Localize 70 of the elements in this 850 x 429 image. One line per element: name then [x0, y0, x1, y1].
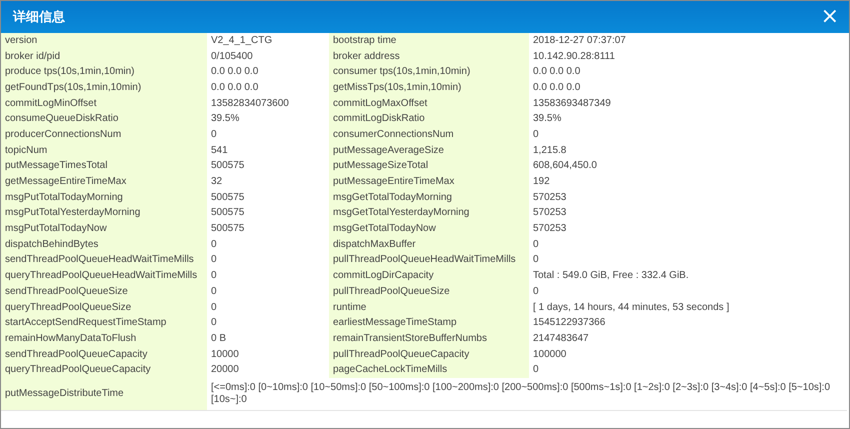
property-value-cell: 0	[207, 300, 329, 316]
property-name-cell: queryThreadPoolQueueCapacity	[1, 362, 207, 378]
property-name-cell: dispatchMaxBuffer	[329, 236, 529, 253]
property-value-cell: 0	[207, 268, 329, 284]
property-name-cell: version	[1, 33, 207, 49]
property-value-cell: 0	[207, 315, 329, 332]
property-value-cell: 500575	[207, 190, 329, 206]
property-name-cell: dispatchBehindBytes	[1, 236, 207, 253]
property-name-cell: queryThreadPoolQueueSize	[1, 300, 207, 316]
property-name-cell: msgPutTotalYesterdayMorning	[1, 206, 207, 222]
property-name-cell: commitLogDirCapacity	[329, 268, 529, 284]
property-name-cell: produce tps(10s,1min,10min)	[1, 64, 207, 80]
property-value-cell: 20000	[207, 362, 329, 378]
property-value-cell: 39.5%	[207, 111, 329, 128]
property-value-cell: 0/105400	[207, 48, 329, 64]
property-value-cell: 0	[207, 284, 329, 300]
property-name-cell: remainTransientStoreBufferNumbs	[329, 331, 529, 347]
property-name-cell: pullThreadPoolQueueCapacity	[329, 346, 529, 362]
property-name-cell: msgPutTotalTodayNow	[1, 221, 207, 237]
property-value-cell: 0 B	[207, 331, 329, 347]
property-value-cell: 0	[207, 252, 329, 268]
property-name-cell: broker id/pid	[1, 48, 207, 64]
property-name-cell: getMissTps(10s,1min,10min)	[329, 80, 529, 96]
property-name-cell: commitLogMinOffset	[1, 96, 207, 112]
property-name-cell: getFoundTps(10s,1min,10min)	[1, 80, 207, 96]
property-name-cell: putMessageSizeTotal	[329, 158, 529, 174]
property-value-cell: [<=0ms]:0 [0~10ms]:0 [10~50ms]:0 [50~100ms]:0 [100~200ms]:0 [200~500ms]:0 [500ms~1s]:0 [1~2s]:0 [2~3s]:0 [3~4s]:0 [4~5s]:0 [5~10s]:0 [10s~]:0	[207, 378, 847, 411]
property-value-cell: 0	[207, 127, 329, 143]
property-name-cell: putMessageDistributeTime	[1, 378, 207, 411]
property-name-cell: putMessageAverageSize	[329, 142, 529, 158]
property-name-cell: sendThreadPoolQueueSize	[1, 284, 207, 300]
property-name-cell: consumer tps(10s,1min,10min)	[329, 64, 529, 80]
property-name-cell: pullThreadPoolQueueHeadWaitTimeMills	[329, 252, 529, 268]
property-name-cell: runtime	[329, 300, 529, 316]
property-name-cell: msgPutTotalTodayMorning	[1, 190, 207, 206]
property-name-cell: getMessageEntireTimeMax	[1, 174, 207, 190]
property-value-cell: V2_4_1_CTG	[207, 33, 329, 49]
property-value-cell: 13582834073600	[207, 96, 329, 112]
property-name-cell: earliestMessageTimeStamp	[329, 315, 529, 332]
property-name-cell: pageCacheLockTimeMills	[329, 362, 529, 378]
property-value-cell: 500575	[207, 206, 329, 222]
property-name-cell: commitLogDiskRatio	[329, 111, 529, 128]
dialog-title: 详细信息	[13, 8, 65, 26]
property-name-cell: msgGetTotalTodayMorning	[329, 190, 529, 206]
property-name-cell: putMessageTimesTotal	[1, 158, 207, 174]
property-name-cell: topicNum	[1, 142, 207, 158]
property-name-cell: sendThreadPoolQueueCapacity	[1, 346, 207, 362]
property-name-cell: pullThreadPoolQueueSize	[329, 284, 529, 300]
property-name-cell: remainHowManyDataToFlush	[1, 331, 207, 347]
property-value-cell: 0.0 0.0 0.0	[207, 80, 329, 96]
property-name-cell: producerConnectionsNum	[1, 127, 207, 143]
property-name-cell: bootstrap time	[329, 33, 529, 49]
close-button[interactable]: ×	[816, 6, 843, 28]
property-name-cell: startAcceptSendRequestTimeStamp	[1, 315, 207, 332]
property-name-cell: putMessageEntireTimeMax	[329, 174, 529, 190]
property-name-cell: consumeQueueDiskRatio	[1, 111, 207, 128]
property-value-cell: 541	[207, 142, 329, 158]
property-name-cell: msgGetTotalTodayNow	[329, 221, 529, 237]
property-value-cell: 0.0 0.0 0.0	[207, 64, 329, 80]
property-value-cell: 10000	[207, 346, 329, 362]
property-value-cell: 0	[207, 236, 329, 253]
property-name-cell: broker address	[329, 48, 529, 64]
property-name-cell: queryThreadPoolQueueHeadWaitTimeMills	[1, 268, 207, 284]
property-name-cell: commitLogMaxOffset	[329, 96, 529, 112]
property-value-cell: 500575	[207, 221, 329, 237]
property-name-cell: sendThreadPoolQueueHeadWaitTimeMills	[1, 252, 207, 268]
property-name-cell: consumerConnectionsNum	[329, 127, 529, 143]
property-value-cell: 500575	[207, 158, 329, 174]
property-name-cell: msgGetTotalYesterdayMorning	[329, 206, 529, 222]
property-value-cell: 32	[207, 174, 329, 190]
